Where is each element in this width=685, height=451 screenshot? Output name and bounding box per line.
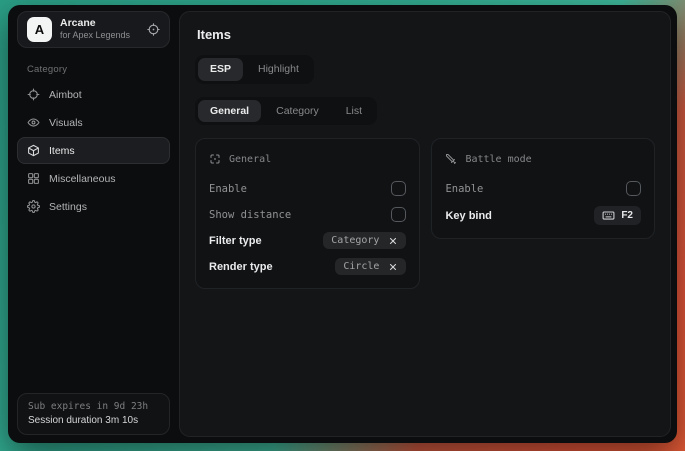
- sidebar-item-settings[interactable]: Settings: [17, 193, 170, 220]
- tab-highlight[interactable]: Highlight: [246, 58, 311, 81]
- sidebar-item-items[interactable]: Items: [17, 137, 170, 164]
- package-icon: [27, 144, 40, 157]
- brand-name: Arcane: [60, 18, 130, 30]
- general-panel-title: General: [229, 154, 271, 165]
- brand-subtitle: for Apex Legends: [60, 31, 130, 41]
- render-type-value: Circle: [343, 261, 379, 272]
- tab-general[interactable]: General: [198, 100, 261, 123]
- battle-enable-row: Enable: [445, 180, 641, 197]
- panels-row: General Enable Show distance Filter type…: [195, 138, 655, 289]
- app-window: A Arcane for Apex Legends Category: [8, 5, 677, 443]
- sidebar-spacer: [14, 220, 173, 393]
- clear-icon[interactable]: [388, 236, 398, 246]
- filter-type-label: Filter type: [209, 235, 262, 247]
- show-distance-row: Show distance: [209, 206, 406, 223]
- show-distance-label: Show distance: [209, 209, 291, 221]
- battle-enable-label: Enable: [445, 183, 483, 195]
- tab-list[interactable]: List: [334, 100, 374, 123]
- sub-tabbar: General Category List: [195, 97, 377, 126]
- enable-row: Enable: [209, 180, 406, 197]
- battle-enable-checkbox[interactable]: [626, 181, 641, 196]
- render-type-row: Render type Circle: [209, 258, 406, 275]
- page-title: Items: [197, 27, 655, 42]
- app-logo: A: [27, 17, 52, 42]
- sidebar-item-label: Miscellaneous: [49, 173, 116, 185]
- eye-icon: [27, 116, 40, 129]
- enable-checkbox[interactable]: [391, 181, 406, 196]
- key-bind-row: Key bind F2: [445, 206, 641, 225]
- render-type-label: Render type: [209, 261, 273, 273]
- category-label: Category: [27, 64, 173, 75]
- key-bind-button[interactable]: F2: [594, 206, 641, 225]
- key-bind-label: Key bind: [445, 210, 491, 222]
- crosshair-icon: [27, 88, 40, 101]
- battle-mode-panel-title: Battle mode: [465, 154, 531, 165]
- filter-type-select[interactable]: Category: [323, 232, 406, 249]
- scan-icon: [209, 153, 221, 165]
- sidebar-item-visuals[interactable]: Visuals: [17, 109, 170, 136]
- sidebar-nav: Aimbot Visuals: [14, 81, 173, 220]
- general-panel-header: General: [209, 147, 406, 171]
- grid-icon: [27, 172, 40, 185]
- sidebar-item-label: Visuals: [49, 117, 83, 129]
- battle-mode-panel-header: Battle mode: [445, 147, 641, 171]
- brand-text: Arcane for Apex Legends: [60, 18, 130, 40]
- tab-category[interactable]: Category: [264, 100, 331, 123]
- sidebar-item-label: Settings: [49, 201, 87, 213]
- sidebar-item-miscellaneous[interactable]: Miscellaneous: [17, 165, 170, 192]
- sidebar-item-label: Items: [49, 145, 75, 157]
- sub-expires-text: Sub expires in 9d 23h: [28, 401, 159, 412]
- session-duration-text: Session duration 3m 10s: [28, 415, 159, 426]
- sidebar: A Arcane for Apex Legends Category: [8, 5, 176, 443]
- battle-mode-panel: Battle mode Enable Key bind: [431, 138, 655, 239]
- filter-type-value: Category: [331, 235, 379, 246]
- gear-icon: [27, 200, 40, 213]
- general-panel: General Enable Show distance Filter type…: [195, 138, 420, 289]
- main-panel: Items ESP Highlight General Category Lis…: [179, 11, 671, 437]
- brand-card: A Arcane for Apex Legends: [17, 11, 170, 48]
- tab-esp[interactable]: ESP: [198, 58, 243, 81]
- enable-label: Enable: [209, 183, 247, 195]
- sword-icon: [445, 153, 457, 165]
- key-bind-value: F2: [621, 210, 633, 221]
- target-icon[interactable]: [147, 23, 160, 36]
- subscription-card: Sub expires in 9d 23h Session duration 3…: [17, 393, 170, 435]
- render-type-select[interactable]: Circle: [335, 258, 406, 275]
- sidebar-item-label: Aimbot: [49, 89, 82, 101]
- sidebar-item-aimbot[interactable]: Aimbot: [17, 81, 170, 108]
- clear-icon[interactable]: [388, 262, 398, 272]
- filter-type-row: Filter type Category: [209, 232, 406, 249]
- mode-tabbar: ESP Highlight: [195, 55, 314, 84]
- keyboard-icon: [602, 209, 615, 222]
- show-distance-checkbox[interactable]: [391, 207, 406, 222]
